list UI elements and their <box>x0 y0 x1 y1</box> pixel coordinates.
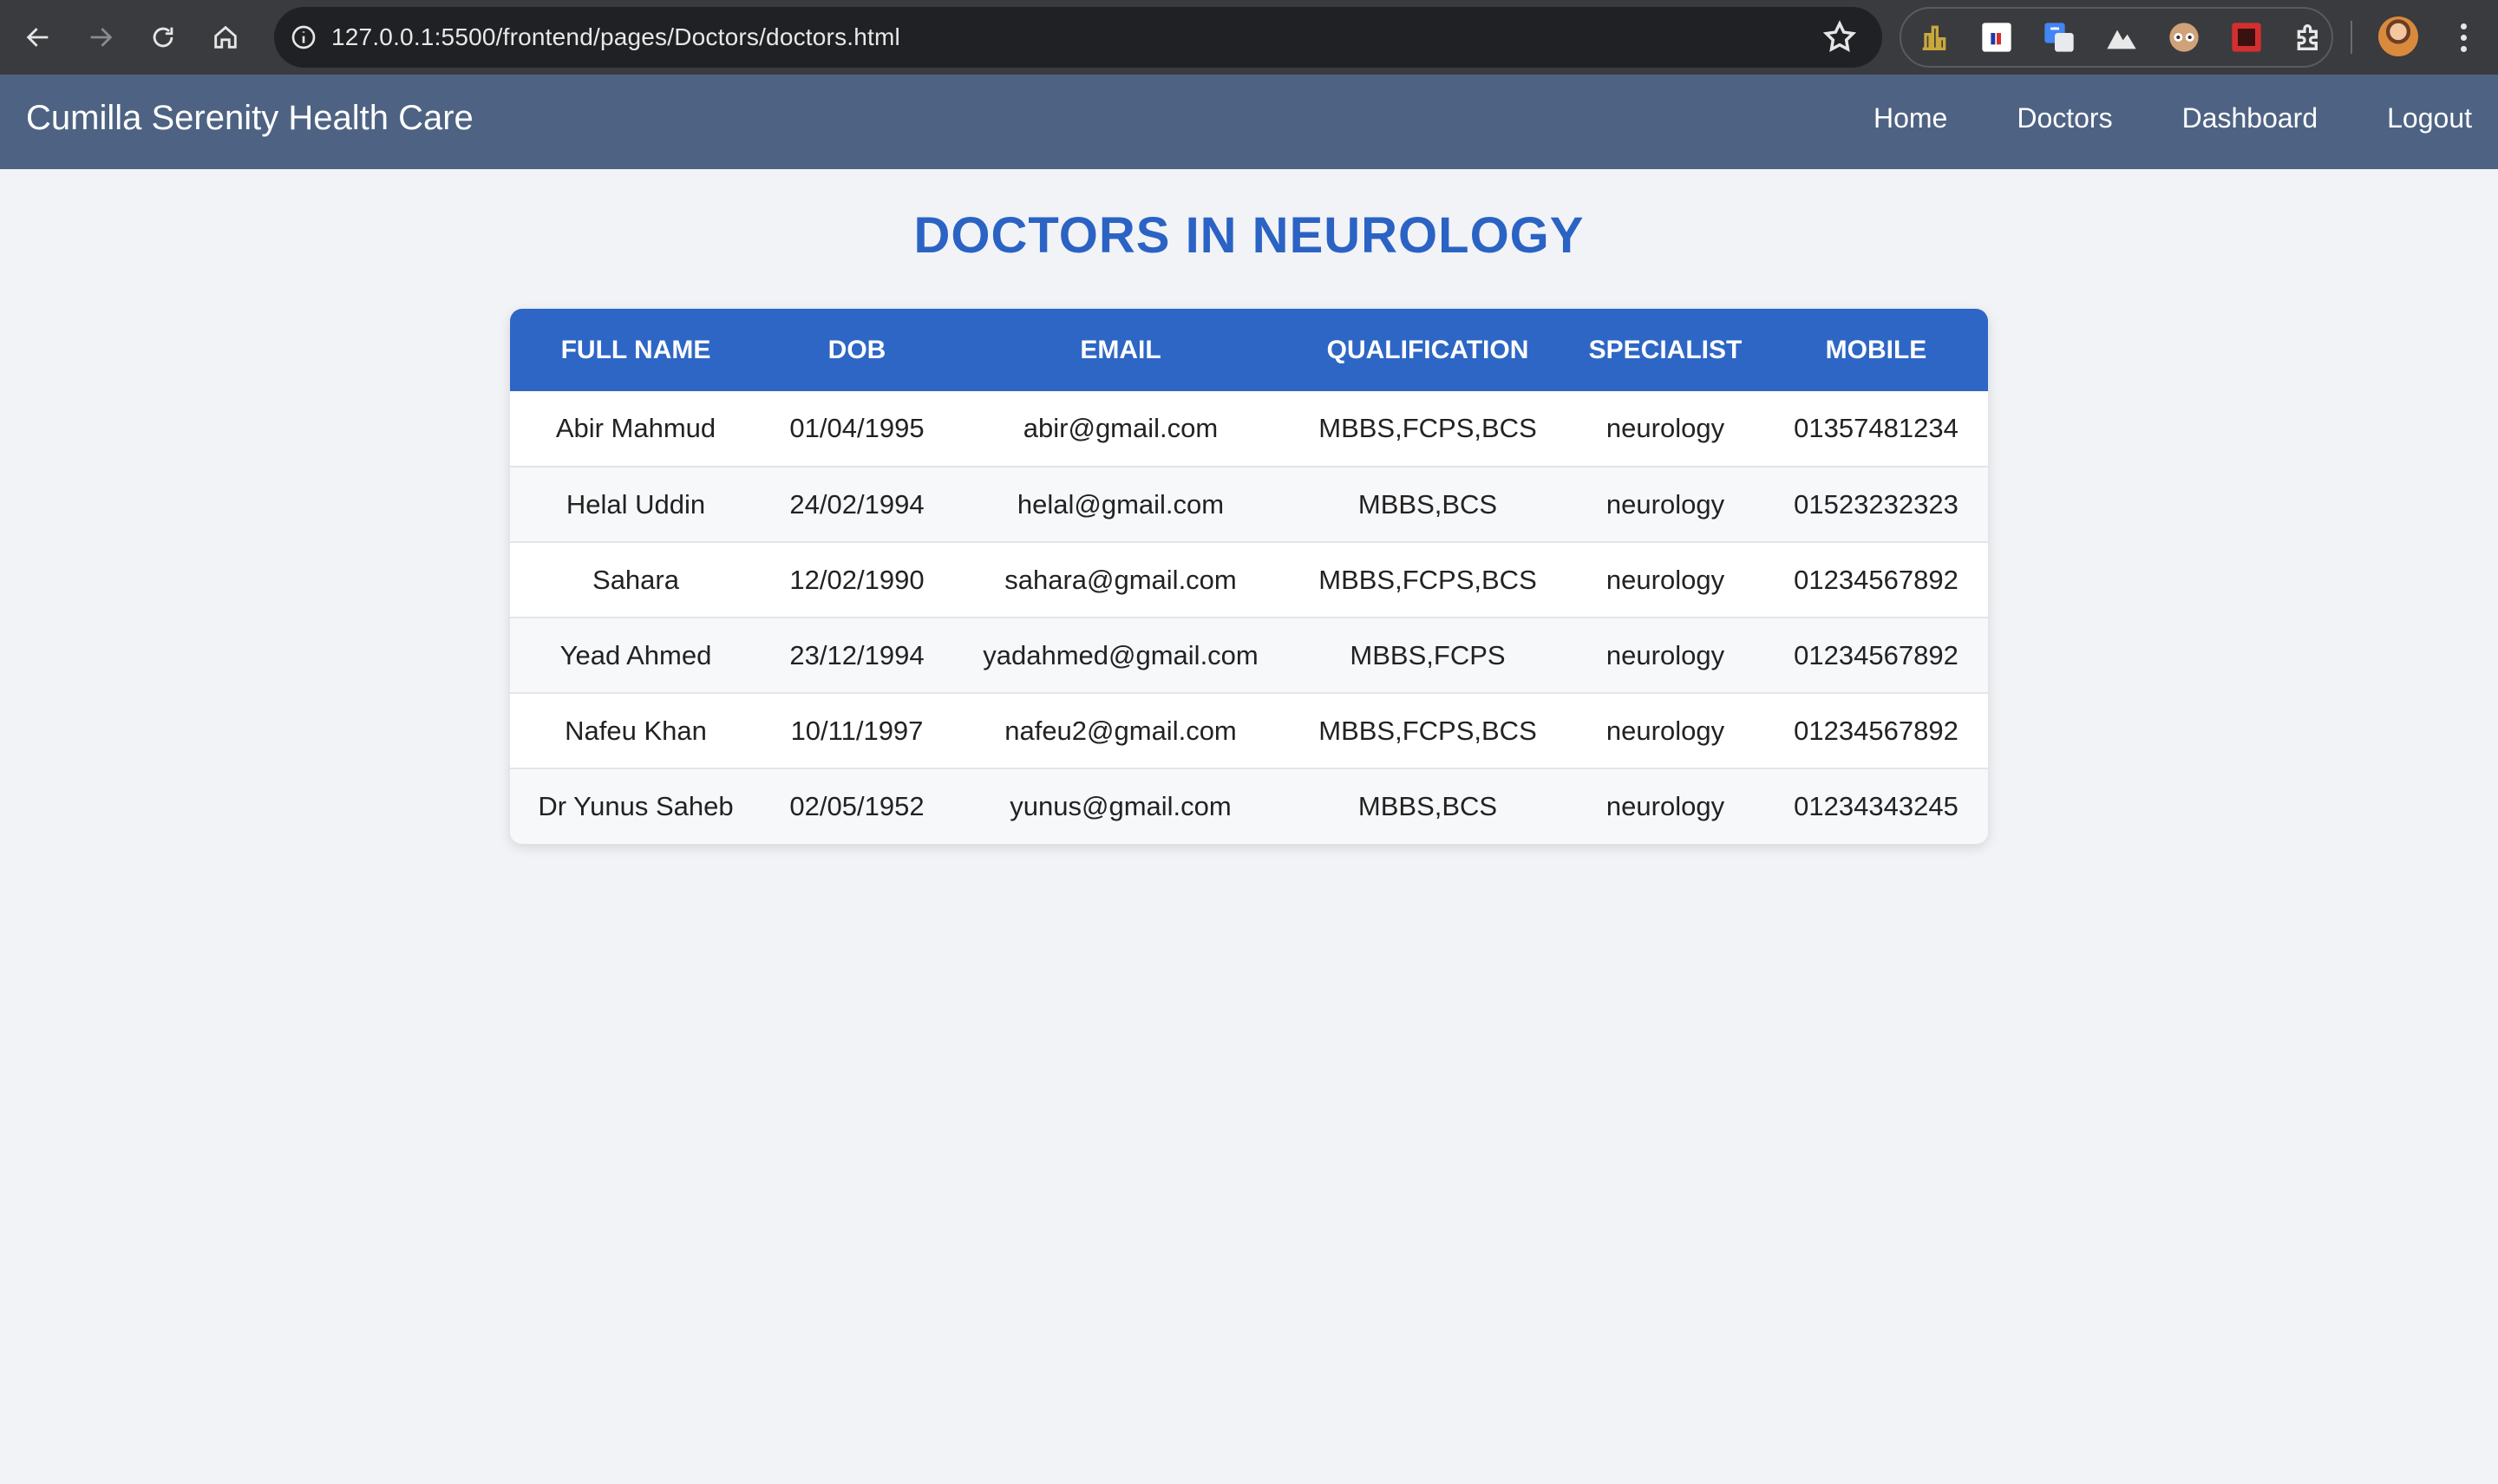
header-full-name: FULL NAME <box>510 309 762 391</box>
browser-menu-icon[interactable] <box>2446 17 2481 57</box>
cell-specialist: neurology <box>1566 466 1764 542</box>
page-title: DOCTORS IN NEUROLOGY <box>913 207 1585 264</box>
reload-icon <box>153 27 173 48</box>
cell-specialist: neurology <box>1566 768 1764 844</box>
mountain-extension-icon[interactable] <box>2102 18 2141 56</box>
cell-email: yadahmed@gmail.com <box>952 617 1289 693</box>
cell-qualification: MBBS,BCS <box>1289 466 1566 542</box>
doctors-table-card: FULL NAME DOB EMAIL QUALIFICATION SPECIA… <box>510 309 1988 844</box>
app-navbar: Cumilla Serenity Health Care Home Doctor… <box>0 75 2498 169</box>
browser-toolbar: 127.0.0.1:5500/frontend/pages/Doctors/do… <box>0 0 2498 75</box>
cell-mobile: 01523232323 <box>1764 466 1988 542</box>
forward-button[interactable] <box>75 11 127 63</box>
table-row: Yead Ahmed 23/12/1994 yadahmed@gmail.com… <box>510 617 1988 693</box>
cell-email: abir@gmail.com <box>1023 413 1219 443</box>
table-row: Dr Yunus Saheb 02/05/1952 yunus@gmail.co… <box>510 768 1988 844</box>
cell-email: nafeu2@gmail.com <box>952 692 1289 768</box>
header-dob: DOB <box>762 309 952 391</box>
home-icon <box>214 25 237 49</box>
cell-dob: 01/04/1995 <box>789 413 925 443</box>
bookmark-star-icon[interactable] <box>1821 19 1858 56</box>
cell-dob: 02/05/1952 <box>762 768 952 844</box>
nav-link-doctors[interactable]: Doctors <box>2017 102 2112 134</box>
table-header: FULL NAME DOB EMAIL QUALIFICATION SPECIA… <box>510 309 1988 391</box>
browser-nav-buttons <box>12 11 252 63</box>
cell-qualification: MBBS,FCPS,BCS <box>1318 413 1537 443</box>
table-row: Abir Mahmud 01/04/1995 abir@gmail.com MB… <box>510 391 1988 467</box>
puzzle-extensions-icon[interactable] <box>2290 18 2328 56</box>
extensions-area <box>1900 7 2333 68</box>
cell-mobile: 01234567892 <box>1764 692 1988 768</box>
arrow-right-icon <box>90 28 113 47</box>
address-bar[interactable]: 127.0.0.1:5500/frontend/pages/Doctors/do… <box>274 7 1882 68</box>
cell-full-name: Helal Uddin <box>510 466 762 542</box>
cell-dob: 24/02/1994 <box>762 466 952 542</box>
nav-links: Home Doctors Dashboard Logout <box>1874 102 2472 134</box>
home-button[interactable] <box>199 11 252 63</box>
flag-extension-icon[interactable] <box>1978 18 2016 56</box>
cell-email: yunus@gmail.com <box>952 768 1289 844</box>
red-extension-icon[interactable] <box>2227 18 2266 56</box>
table-row: Nafeu Khan 10/11/1997 nafeu2@gmail.com M… <box>510 692 1988 768</box>
cell-mobile: 01234567892 <box>1764 617 1988 693</box>
arrow-left-icon <box>26 28 49 47</box>
cell-qualification: MBBS,FCPS,BCS <box>1289 692 1566 768</box>
cell-full-name: Abir Mahmud <box>555 413 716 443</box>
cell-qualification: MBBS,FCPS,BCS <box>1289 541 1566 618</box>
cell-specialist: neurology <box>1566 692 1764 768</box>
doctors-table: FULL NAME DOB EMAIL QUALIFICATION SPECIA… <box>510 309 1988 844</box>
reload-button[interactable] <box>137 11 189 63</box>
url-text: 127.0.0.1:5500/frontend/pages/Doctors/do… <box>331 23 900 50</box>
chart-extension-icon[interactable] <box>1915 18 1953 56</box>
cell-dob: 10/11/1997 <box>762 692 952 768</box>
cell-email: helal@gmail.com <box>952 466 1289 542</box>
toolbar-separator <box>2351 21 2352 54</box>
translate-extension-icon[interactable] <box>2040 18 2078 56</box>
table-row: Helal Uddin 24/02/1994 helal@gmail.com M… <box>510 466 1988 542</box>
owl-extension-icon[interactable] <box>2165 18 2203 56</box>
cell-full-name: Nafeu Khan <box>510 692 762 768</box>
nav-link-home[interactable]: Home <box>1874 102 1947 134</box>
header-specialist: SPECIALIST <box>1566 309 1764 391</box>
cell-mobile: 01357481234 <box>1794 413 1959 443</box>
profile-avatar[interactable] <box>2378 16 2418 56</box>
cell-qualification: MBBS,BCS <box>1289 768 1566 844</box>
cell-specialist: neurology <box>1566 617 1764 693</box>
header-mobile: MOBILE <box>1764 309 1988 391</box>
cell-dob: 12/02/1990 <box>762 541 952 618</box>
nav-link-logout[interactable]: Logout <box>2387 102 2472 134</box>
cell-full-name: Yead Ahmed <box>510 617 762 693</box>
cell-specialist: neurology <box>1605 413 1725 443</box>
cell-email: sahara@gmail.com <box>952 541 1289 618</box>
cell-dob: 23/12/1994 <box>762 617 952 693</box>
cell-full-name: Sahara <box>510 541 762 618</box>
header-email: EMAIL <box>952 309 1289 391</box>
site-info-icon[interactable] <box>286 20 321 55</box>
cell-specialist: neurology <box>1566 541 1764 618</box>
nav-link-dashboard[interactable]: Dashboard <box>2182 102 2318 134</box>
brand-title[interactable]: Cumilla Serenity Health Care <box>26 99 474 138</box>
table-row: Sahara 12/02/1990 sahara@gmail.com MBBS,… <box>510 541 1988 618</box>
header-qualification: QUALIFICATION <box>1289 309 1566 391</box>
back-button[interactable] <box>12 11 64 63</box>
cell-mobile: 01234343245 <box>1764 768 1988 844</box>
cell-qualification: MBBS,FCPS <box>1289 617 1566 693</box>
cell-full-name: Dr Yunus Saheb <box>510 768 762 844</box>
table-body: Abir Mahmud 01/04/1995 abir@gmail.com MB… <box>510 391 1988 844</box>
cell-mobile: 01234567892 <box>1764 541 1988 618</box>
